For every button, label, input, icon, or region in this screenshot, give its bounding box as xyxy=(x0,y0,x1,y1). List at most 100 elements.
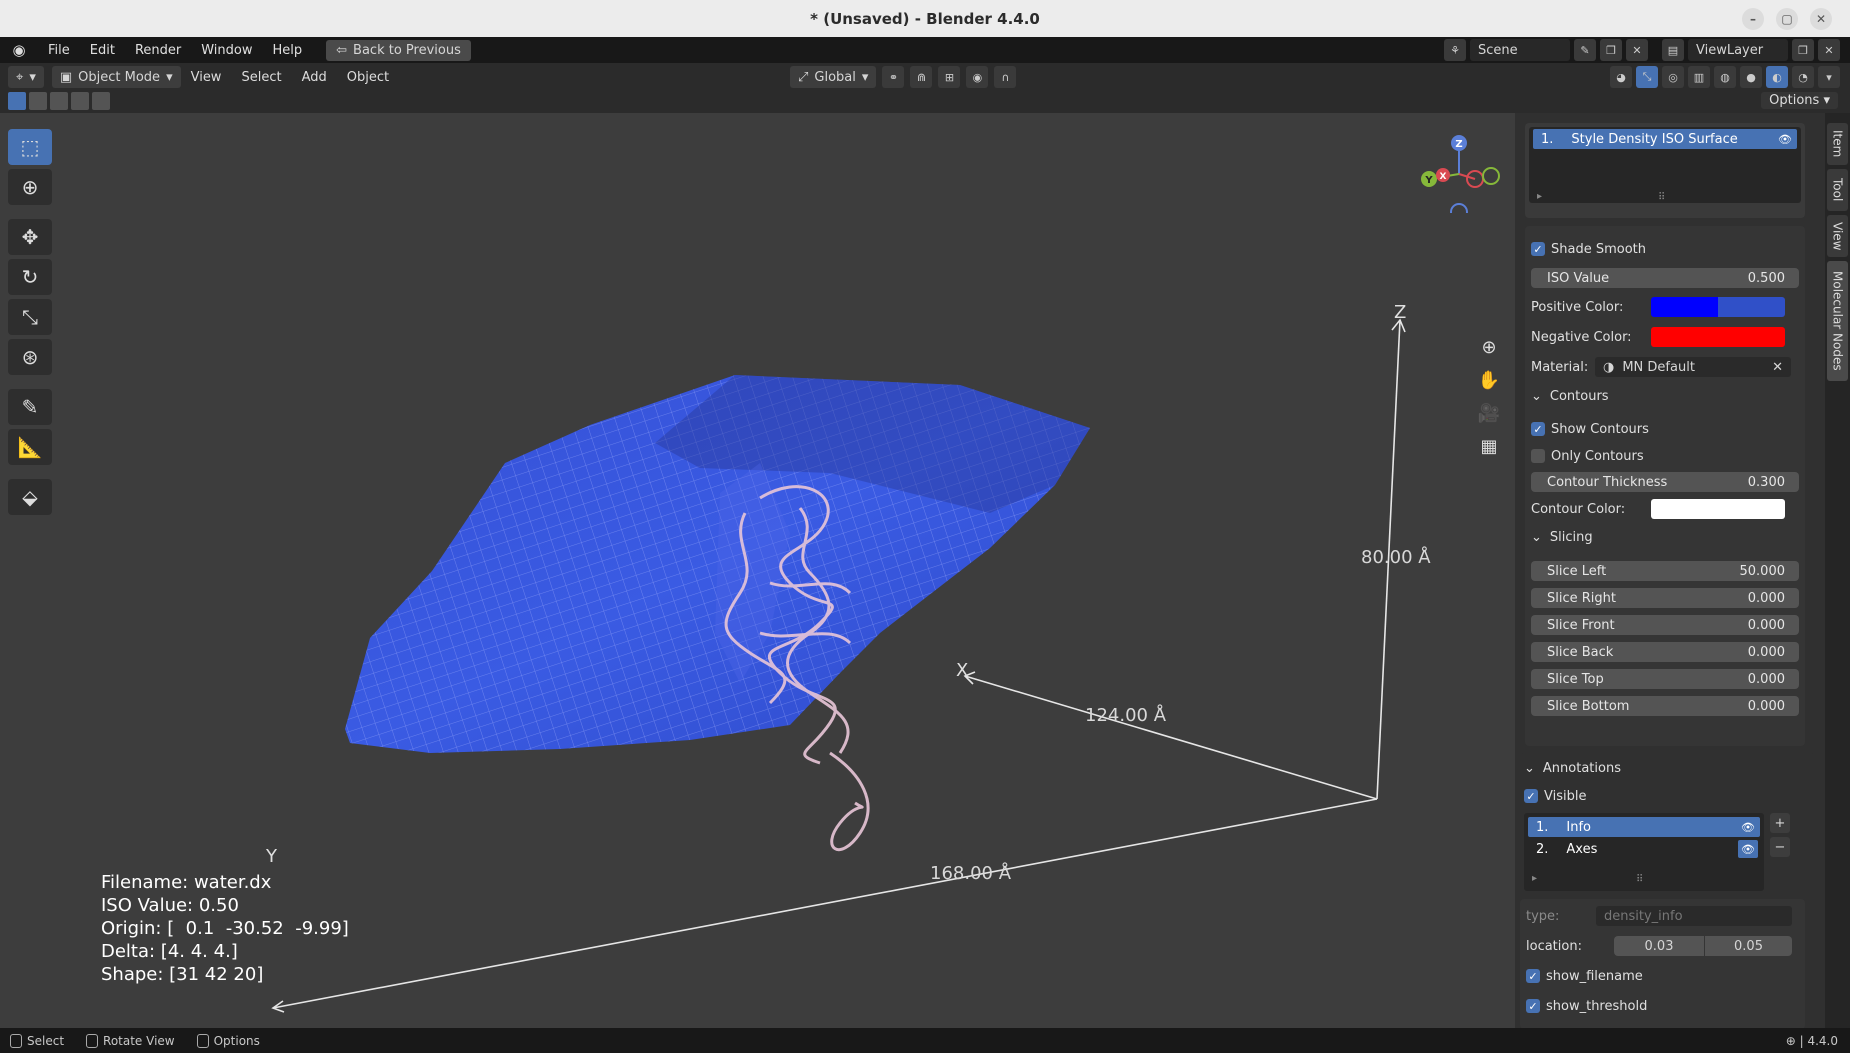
mode-dropdown[interactable]: ▣ Object Mode ▾ xyxy=(51,66,181,88)
tab-tool[interactable]: Tool xyxy=(1827,169,1848,211)
annotate-tool-icon[interactable]: ✎ xyxy=(8,389,52,425)
contours-section-header[interactable]: ⌄ Contours xyxy=(1531,385,1609,407)
tab-item[interactable]: Item xyxy=(1827,123,1848,165)
select-extend-icon[interactable] xyxy=(29,92,47,110)
editor-type-dropdown[interactable]: ⌖ ▾ xyxy=(8,66,44,88)
contour-color-swatch[interactable] xyxy=(1651,499,1785,519)
expand-triangle-icon[interactable]: ▸ xyxy=(1532,873,1537,884)
pin-icon[interactable]: ✎ xyxy=(1574,39,1596,61)
menu-help[interactable]: Help xyxy=(263,43,313,58)
show-threshold-checkbox[interactable]: ✓ show_threshold xyxy=(1526,995,1647,1017)
expand-triangle-icon[interactable]: ▸ xyxy=(1537,191,1542,202)
menu-file[interactable]: File xyxy=(38,43,80,58)
slicing-section-header[interactable]: ⌄ Slicing xyxy=(1531,526,1593,548)
slice-front-slider[interactable]: Slice Front 0.000 xyxy=(1531,615,1799,635)
transform-orientation-dropdown[interactable]: ⤢ Global ▾ xyxy=(790,66,877,88)
select-new-icon[interactable] xyxy=(8,92,26,110)
rendered-shading-icon[interactable]: ◔ xyxy=(1792,66,1814,88)
list-item[interactable]: 1. Info 👁 xyxy=(1528,817,1760,837)
slice-back-slider[interactable]: Slice Back 0.000 xyxy=(1531,642,1799,662)
scene-selector-icon[interactable]: ⚘ xyxy=(1444,39,1466,61)
transform-tool-icon[interactable]: ⊛ xyxy=(8,339,52,375)
camera-view-icon[interactable]: 🎥 xyxy=(1474,401,1504,425)
new-viewlayer-icon[interactable]: ❐ xyxy=(1792,39,1814,61)
resize-grip-icon[interactable]: ⠿ xyxy=(1658,192,1665,203)
snap-target-icon[interactable]: ⊞ xyxy=(938,66,961,88)
menu-window[interactable]: Window xyxy=(191,43,262,58)
annotations-visible-checkbox[interactable]: ✓ Visible xyxy=(1524,785,1586,807)
location-y-field[interactable]: 0.05 xyxy=(1705,936,1792,956)
clear-material-icon[interactable]: ✕ xyxy=(1772,360,1783,375)
gizmo-toggle-icon[interactable]: ⤡ xyxy=(1636,66,1658,88)
header-menu-select[interactable]: Select xyxy=(231,70,291,85)
add-cube-tool-icon[interactable]: ⬙ xyxy=(8,479,52,515)
remove-scene-icon[interactable]: ✕ xyxy=(1626,39,1648,61)
slice-bottom-slider[interactable]: Slice Bottom 0.000 xyxy=(1531,696,1799,716)
menu-render[interactable]: Render xyxy=(125,43,191,58)
snap-icon[interactable]: ⋒ xyxy=(910,66,933,88)
back-to-previous-button[interactable]: ⇦ Back to Previous xyxy=(326,39,471,61)
visibility-icon[interactable]: ◕ xyxy=(1610,66,1632,88)
viewlayer-field[interactable]: ViewLayer xyxy=(1688,39,1788,61)
minimize-icon[interactable]: – xyxy=(1742,8,1764,30)
slice-left-slider[interactable]: Slice Left 50.000 xyxy=(1531,561,1799,581)
list-item[interactable]: 1. Style Density ISO Surface 👁 xyxy=(1533,129,1797,149)
navigation-gizmo[interactable]: Z Y X xyxy=(1405,113,1515,213)
header-menu-view[interactable]: View xyxy=(181,70,232,85)
move-tool-icon[interactable]: ✥ xyxy=(8,219,52,255)
select-invert-icon[interactable] xyxy=(71,92,89,110)
material-field[interactable]: ◑ MN Default ✕ xyxy=(1595,357,1791,377)
shading-options-icon[interactable]: ▾ xyxy=(1818,66,1840,88)
overlay-icon[interactable]: ◎ xyxy=(1662,66,1684,88)
3d-viewport[interactable]: ⬚ ⊕ ✥ ↻ ⤡ ⊛ ✎ 📐 ⬙ 80.00 Å 124.00 Å 168.0… xyxy=(0,113,1515,1028)
header-menu-add[interactable]: Add xyxy=(292,70,337,85)
tab-view[interactable]: View xyxy=(1827,215,1848,257)
menu-edit[interactable]: Edit xyxy=(80,43,125,58)
viewlayer-selector-icon[interactable]: ▤ xyxy=(1662,39,1684,61)
list-item[interactable]: 2. Axes 👁 xyxy=(1528,839,1760,859)
slice-top-slider[interactable]: Slice Top 0.000 xyxy=(1531,669,1799,689)
pan-hand-icon[interactable]: ✋ xyxy=(1474,368,1504,392)
solid-shading-icon[interactable]: ● xyxy=(1740,66,1762,88)
eye-icon[interactable]: 👁 xyxy=(1738,840,1758,858)
show-filename-checkbox[interactable]: ✓ show_filename xyxy=(1526,965,1643,987)
new-scene-icon[interactable]: ❐ xyxy=(1600,39,1622,61)
eye-icon[interactable]: 👁 xyxy=(1775,130,1795,148)
gizmo-neg-y[interactable] xyxy=(1482,167,1500,185)
tab-molecular-nodes[interactable]: Molecular Nodes xyxy=(1827,261,1848,381)
gizmo-neg-z[interactable] xyxy=(1450,203,1468,213)
pivot-icon[interactable]: ⚭ xyxy=(882,66,905,88)
proportional-edit-icon[interactable]: ◉ xyxy=(966,66,989,88)
slice-right-slider[interactable]: Slice Right 0.000 xyxy=(1531,588,1799,608)
options-dropdown[interactable]: Options ▾ xyxy=(1761,92,1838,109)
header-menu-object[interactable]: Object xyxy=(337,70,399,85)
annotations-list[interactable]: 1. Info 👁 2. Axes 👁 ▸ ⠿ xyxy=(1524,813,1764,891)
only-contours-checkbox[interactable]: Only Contours xyxy=(1531,445,1644,467)
negative-color-swatch[interactable] xyxy=(1651,327,1785,347)
close-icon[interactable]: ✕ xyxy=(1810,8,1832,30)
rotate-tool-icon[interactable]: ↻ xyxy=(8,259,52,295)
show-contours-checkbox[interactable]: ✓ Show Contours xyxy=(1531,418,1649,440)
select-intersect-icon[interactable] xyxy=(92,92,110,110)
eye-icon[interactable]: 👁 xyxy=(1738,818,1758,836)
maximize-icon[interactable]: ▢ xyxy=(1776,8,1798,30)
iso-value-slider[interactable]: ISO Value 0.500 xyxy=(1531,268,1799,288)
location-x-field[interactable]: 0.03 xyxy=(1614,936,1704,956)
remove-annotation-icon[interactable]: − xyxy=(1770,837,1790,857)
contour-thickness-slider[interactable]: Contour Thickness 0.300 xyxy=(1531,472,1799,492)
blender-logo-icon[interactable]: ◉ xyxy=(8,39,30,61)
material-shading-icon[interactable]: ◐ xyxy=(1766,66,1788,88)
resize-grip-icon[interactable]: ⠿ xyxy=(1636,874,1643,885)
scene-field[interactable]: Scene xyxy=(1470,39,1570,61)
positive-color-swatch[interactable] xyxy=(1651,297,1785,317)
annotations-section-header[interactable]: ⌄ Annotations xyxy=(1524,757,1621,779)
add-annotation-icon[interactable]: + xyxy=(1770,813,1790,833)
xray-icon[interactable]: ▥ xyxy=(1688,66,1710,88)
scale-tool-icon[interactable]: ⤡ xyxy=(8,299,52,335)
select-box-tool-icon[interactable]: ⬚ xyxy=(8,129,52,165)
remove-viewlayer-icon[interactable]: ✕ xyxy=(1818,39,1840,61)
select-subtract-icon[interactable] xyxy=(50,92,68,110)
falloff-icon[interactable]: ∩ xyxy=(994,66,1017,88)
perspective-grid-icon[interactable]: ▦ xyxy=(1474,434,1504,458)
zoom-icon[interactable]: ⊕ xyxy=(1474,335,1504,359)
